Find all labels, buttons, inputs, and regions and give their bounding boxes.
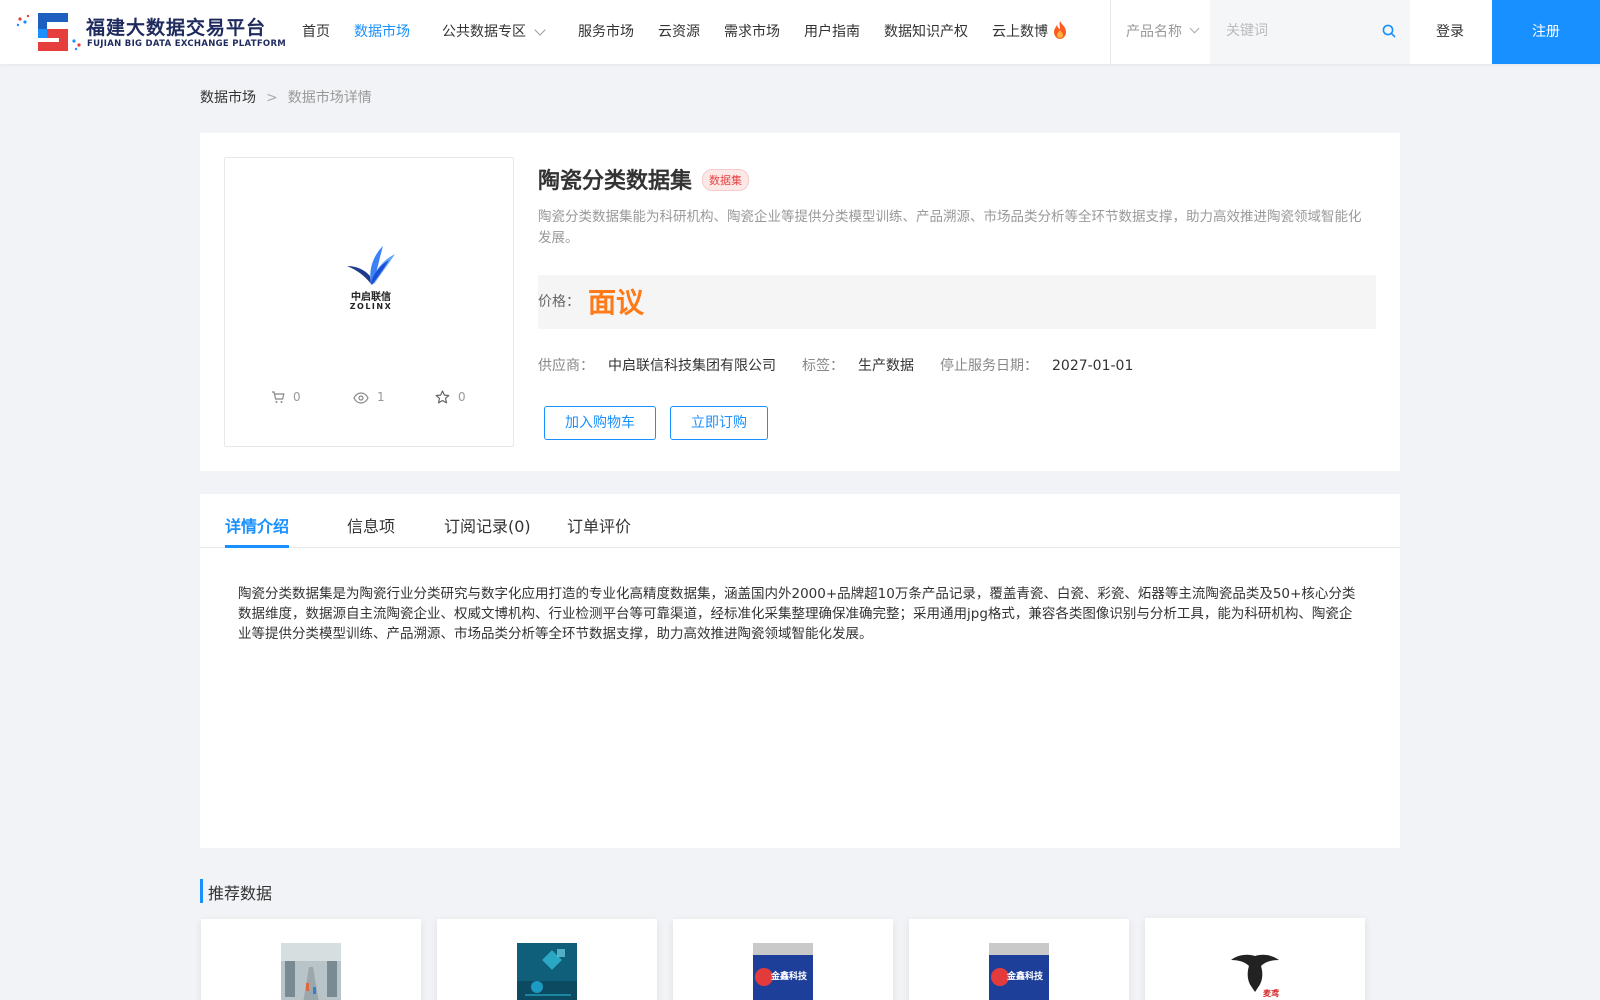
tags-meta: 标签： 生产数据 xyxy=(802,355,914,375)
view-count: 1 xyxy=(377,390,385,404)
tabs-divider xyxy=(200,547,1400,548)
nav-data-market[interactable]: 数据市场 xyxy=(354,21,410,41)
price-value: 面议 xyxy=(588,286,645,319)
recommended-card[interactable]: 金鑫科技 xyxy=(673,919,893,1000)
breadcrumb-separator: > xyxy=(266,90,278,106)
detail-description: 陶瓷分类数据集是为陶瓷行业分类研究与数字化应用打造的专业化高精度数据集，涵盖国内… xyxy=(238,586,1356,642)
product-image-box: 中启联信 ZOLINX 0 1 0 xyxy=(224,157,514,447)
nav-demand-market[interactable]: 需求市场 xyxy=(724,21,780,41)
tab-info-items[interactable]: 信息项 xyxy=(347,513,395,537)
tab-order-reviews[interactable]: 订单评价 xyxy=(567,513,631,537)
product-type-badge: 数据集 xyxy=(702,169,749,191)
logo-english-text: FUJIAN BIG DATA EXCHANGE PLATFORM xyxy=(87,39,287,49)
login-button[interactable]: 登录 xyxy=(1436,21,1464,41)
eye-icon xyxy=(353,392,369,404)
breadcrumb-current: 数据市场详情 xyxy=(287,90,372,106)
search-type-select[interactable]: 产品名称 xyxy=(1126,21,1182,41)
nav-cloud-expo[interactable]: 云上数博 xyxy=(992,21,1048,41)
brand-text: 麦鸢 xyxy=(1263,988,1279,998)
cart-count-stat: 0 xyxy=(271,390,301,404)
end-date-meta: 停止服务日期： 2027-01-01 xyxy=(940,355,1133,375)
breadcrumb: 数据市场 > 数据市场详情 xyxy=(200,87,372,107)
sign-text: 金鑫科技 xyxy=(770,970,808,982)
breadcrumb-root[interactable]: 数据市场 xyxy=(200,90,256,106)
recommended-card[interactable]: 金鑫科技 xyxy=(909,919,1129,1000)
chevron-down-icon[interactable] xyxy=(534,24,546,36)
tags-label: 标签： xyxy=(802,358,844,374)
company-logo: 中启联信 ZOLINX xyxy=(343,244,399,314)
fire-icon xyxy=(1054,21,1066,39)
product-description: 陶瓷分类数据集能为科研机构、陶瓷企业等提供分类模型训练、产品溯源、市场品类分析等… xyxy=(538,209,1362,246)
logo-mark-icon xyxy=(16,13,81,51)
tab-subscription-records[interactable]: 订阅记录(0) xyxy=(444,513,531,537)
nav-service-market[interactable]: 服务市场 xyxy=(578,21,634,41)
logo-chinese-text: 福建大数据交易平台 xyxy=(86,17,267,39)
product-title: 陶瓷分类数据集 xyxy=(538,169,693,194)
tech-thumbnail xyxy=(517,943,577,1000)
add-to-cart-button[interactable]: 加入购物车 xyxy=(544,406,656,440)
nav-home[interactable]: 首页 xyxy=(302,21,330,41)
view-count-stat: 1 xyxy=(353,390,385,404)
supplier-label: 供应商： xyxy=(538,358,594,374)
sign-text: 金鑫科技 xyxy=(1006,970,1044,982)
nav-user-guide[interactable]: 用户指南 xyxy=(804,21,860,41)
recommended-title: 推荐数据 xyxy=(208,884,273,903)
price-row: 价格： 面议 xyxy=(538,275,1376,329)
recommended-card[interactable] xyxy=(201,919,421,1000)
nav-public-data-zone[interactable]: 公共数据专区 xyxy=(442,21,526,41)
supplier-meta: 供应商： 中启联信科技集团有限公司 xyxy=(538,355,776,375)
subscribe-now-button[interactable]: 立即订购 xyxy=(670,406,768,440)
search-icon[interactable] xyxy=(1382,24,1396,38)
nav-cloud-resources[interactable]: 云资源 xyxy=(658,21,700,41)
cart-icon xyxy=(272,391,285,403)
tab-details[interactable]: 详情介绍 xyxy=(225,513,289,537)
supplier-value: 中启联信科技集团有限公司 xyxy=(608,358,776,374)
section-accent-bar xyxy=(200,879,203,903)
chevron-down-icon[interactable] xyxy=(1189,23,1200,34)
active-tab-indicator xyxy=(225,545,289,548)
favorite-count-stat[interactable]: 0 xyxy=(435,390,466,404)
end-date-label: 停止服务日期： xyxy=(940,358,1038,374)
recommended-card[interactable] xyxy=(437,919,657,1000)
nav-data-ip[interactable]: 数据知识产权 xyxy=(884,21,968,41)
register-button[interactable]: 注册 xyxy=(1492,0,1600,64)
top-header: 福建大数据交易平台 FUJIAN BIG DATA EXCHANGE PLATF… xyxy=(0,0,1600,64)
warehouse-thumbnail xyxy=(281,943,341,1000)
header-divider xyxy=(1110,0,1111,64)
cart-count: 0 xyxy=(293,390,301,404)
company-sign-thumbnail: 金鑫科技 xyxy=(753,943,813,1000)
recommended-card[interactable]: 麦鸢 xyxy=(1145,918,1365,1000)
price-label: 价格： xyxy=(538,294,580,310)
company-logo-en: ZOLINX xyxy=(349,302,393,311)
eagle-brand-thumbnail: 麦鸢 xyxy=(1225,942,1285,1000)
bird-logo-icon xyxy=(347,246,395,285)
product-summary-card: 中启联信 ZOLINX 0 1 0 陶瓷分类数据集 数据集 陶瓷分类数据集能为科… xyxy=(200,133,1400,471)
company-sign-thumbnail: 金鑫科技 xyxy=(989,943,1049,1000)
end-date-value: 2027-01-01 xyxy=(1052,358,1134,374)
tags-value: 生产数据 xyxy=(858,358,914,374)
detail-section: 详情介绍 信息项 订阅记录(0) 订单评价 陶瓷分类数据集是为陶瓷行业分类研究与… xyxy=(200,494,1400,848)
search-input[interactable] xyxy=(1226,20,1366,42)
star-icon[interactable] xyxy=(435,390,450,404)
search-box xyxy=(1210,0,1410,64)
company-logo-cn: 中启联信 xyxy=(351,292,391,303)
favorite-count: 0 xyxy=(458,390,466,404)
site-logo[interactable]: 福建大数据交易平台 FUJIAN BIG DATA EXCHANGE PLATF… xyxy=(16,9,286,55)
